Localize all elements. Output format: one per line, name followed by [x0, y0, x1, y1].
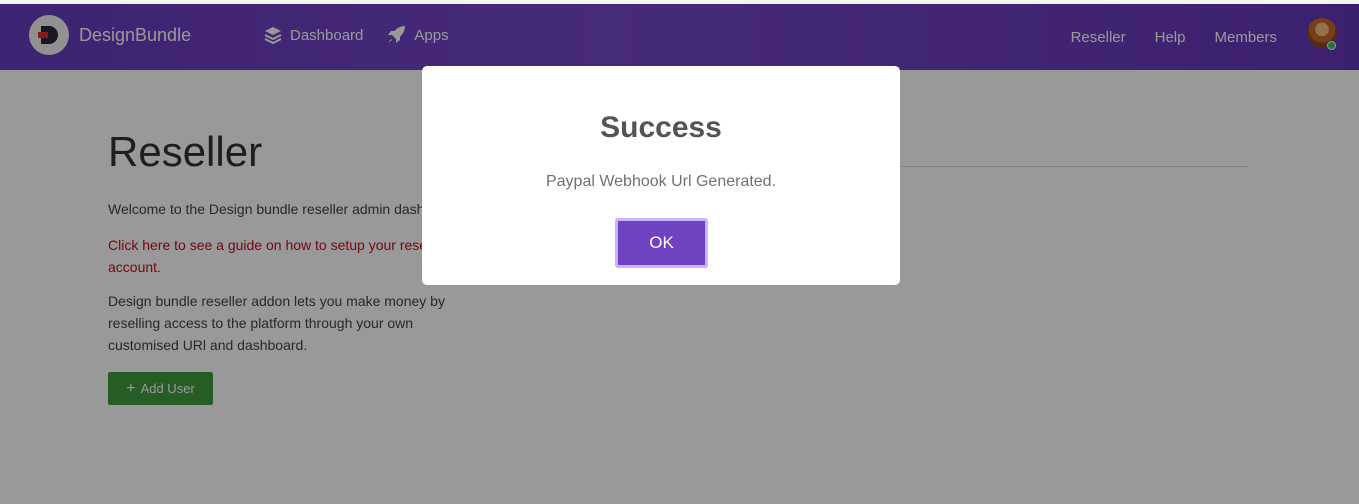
ok-button[interactable]: OK	[615, 218, 708, 268]
dialog-message: Paypal Webhook Url Generated.	[545, 173, 777, 190]
success-dialog: Success Paypal Webhook Url Generated. OK	[422, 66, 900, 285]
dialog-title: Success	[600, 111, 722, 144]
